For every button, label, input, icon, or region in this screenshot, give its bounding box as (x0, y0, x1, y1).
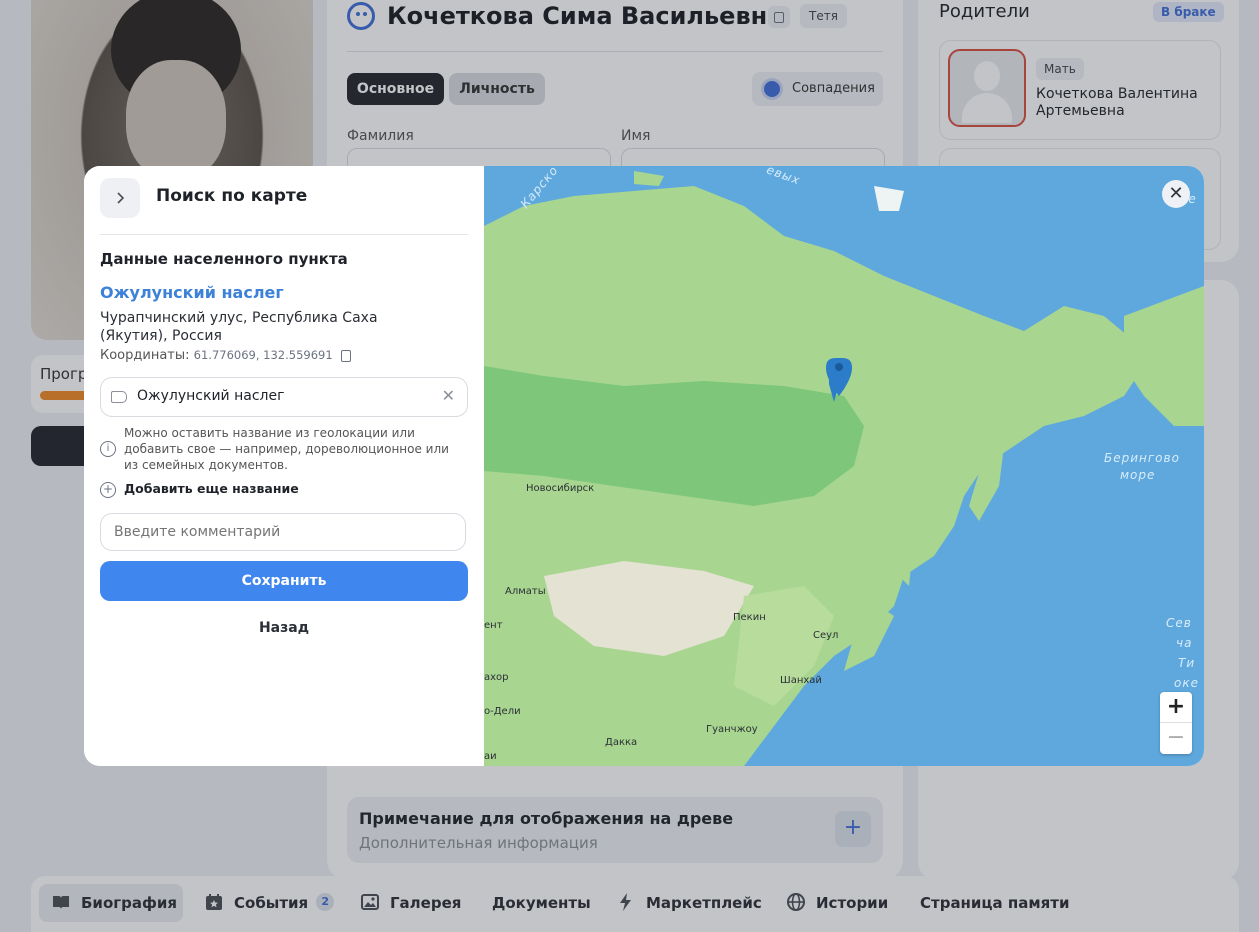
section-title: Данные населенного пункта (100, 250, 348, 268)
sea-label-bering: Берингово (1104, 451, 1180, 465)
add-name-link[interactable]: Добавить еще название (124, 481, 299, 496)
plus-circle-icon[interactable]: + (100, 482, 116, 498)
land-island (634, 171, 664, 186)
chevron-right-icon (117, 192, 125, 204)
place-name-field[interactable]: Ожулунский наслег ✕ (100, 377, 468, 417)
hint-text: Можно оставить название из геолокации ил… (124, 426, 449, 472)
ocean-label-3: Ти (1178, 656, 1196, 670)
land-china (734, 586, 834, 706)
city-label-delhi: о-Дели (484, 706, 521, 717)
city-label-shanghai: Шанхай (780, 675, 822, 686)
comment-input[interactable] (100, 513, 466, 551)
coordinates-label: Координаты: (100, 348, 190, 363)
map-search-panel: Поиск по карте Данные населенного пункта… (84, 166, 484, 766)
copy-icon[interactable] (340, 349, 351, 362)
coordinates-value: 61.776069, 132.559691 (193, 348, 333, 362)
zoom-in-button[interactable]: + (1160, 692, 1192, 723)
city-label-novosibirsk: Новосибирск (526, 483, 595, 494)
ocean-label-2: ча (1176, 636, 1193, 650)
collapse-panel-button[interactable] (100, 178, 140, 218)
place-name-value: Ожулунский наслег (137, 388, 285, 404)
map-search-modal: Поиск по карте Данные населенного пункта… (84, 166, 1204, 766)
land-alaska (1124, 286, 1204, 426)
city-label-partial: ент (484, 620, 503, 631)
place-name-link[interactable]: Ожулунский наслег (100, 283, 284, 302)
city-label-seoul: Сеул (813, 630, 839, 641)
sea-label-bering-2: море (1120, 468, 1156, 482)
city-label-lahore: ахор (484, 672, 509, 683)
city-label-partial-2: аи (484, 751, 497, 762)
tag-icon (111, 391, 127, 403)
info-icon: i (100, 441, 116, 457)
city-label-guangzhou: Гуанчжоу (706, 724, 758, 735)
save-button[interactable]: Сохранить (100, 561, 468, 601)
map-canvas (484, 171, 1204, 766)
coordinates: Координаты: 61.776069, 132.559691 (100, 348, 351, 363)
panel-divider (100, 234, 468, 235)
panel-title: Поиск по карте (156, 186, 308, 206)
city-label-dhaka: Дакка (605, 737, 638, 748)
ocean-label-4: оке (1174, 676, 1199, 690)
close-icon[interactable]: ✕ (1162, 180, 1190, 208)
place-address: Чурапчинский улус, Республика Саха (Якут… (100, 310, 378, 344)
city-label-beijing: Пекин (733, 612, 766, 623)
zoom-control: + − (1160, 692, 1192, 754)
clear-icon[interactable]: ✕ (442, 386, 455, 405)
ocean-label-1: Сев (1166, 616, 1192, 630)
zoom-out-button[interactable]: − (1160, 723, 1192, 753)
city-label-almaty: Алматы (505, 586, 546, 597)
ice-island (874, 186, 904, 211)
map-view[interactable]: Новосибирск Алматы Пекин Сеул Шанхай Гуа… (484, 166, 1204, 766)
back-button[interactable]: Назад (100, 614, 468, 642)
